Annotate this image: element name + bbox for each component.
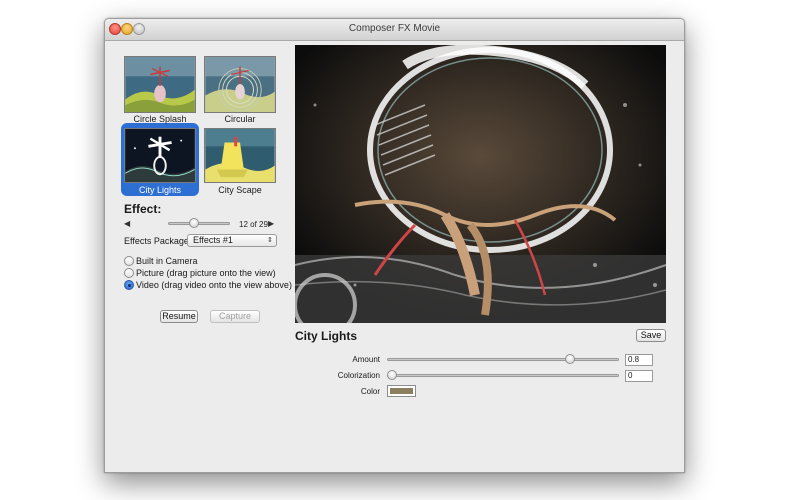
capture-button[interactable]: Capture (210, 310, 260, 323)
effect-counter: 12 of 29 (239, 220, 268, 229)
title-bar[interactable]: Composer FX Movie (105, 19, 684, 41)
effects-package-label: Effects Package (124, 236, 189, 246)
radio-built-in-camera[interactable] (124, 256, 134, 266)
colorization-slider-track[interactable] (387, 374, 619, 377)
window-title: Composer FX Movie (348, 23, 441, 34)
amount-slider-track[interactable] (387, 358, 619, 361)
effects-package-value: Effects #1 (193, 235, 233, 245)
circular-preview-image (205, 57, 275, 112)
resume-button[interactable]: Resume (160, 310, 198, 323)
thumbnail-circle-splash[interactable] (124, 56, 196, 113)
thumbnail-label-circular: Circular (224, 114, 256, 124)
thumbnail-circular[interactable] (204, 56, 276, 113)
radio-picture[interactable] (124, 268, 134, 278)
color-well[interactable] (387, 385, 416, 397)
current-effect-name: City Lights (295, 329, 357, 343)
radio-label-built-in-camera: Built in Camera (136, 256, 198, 266)
effect-slider-track[interactable] (168, 222, 230, 225)
next-effect-arrow-icon[interactable]: ▶ (268, 219, 274, 228)
video-view[interactable] (295, 45, 666, 323)
thumbnail-label-city-lights: City Lights (138, 185, 182, 195)
popup-caret-icon: ⇕ (267, 237, 273, 244)
color-label: Color (360, 387, 380, 396)
thumbnail-label-circle-splash: Circle Splash (133, 114, 187, 124)
radio-label-video: Video (drag video onto the view above) (136, 280, 292, 290)
video-frame-image (295, 45, 666, 323)
amount-field[interactable]: 0.8 (625, 354, 653, 366)
city-scape-preview-image (205, 129, 275, 182)
effects-package-popup[interactable]: Effects #1 ⇕ (187, 234, 277, 247)
thumbnail-city-lights[interactable] (124, 128, 196, 183)
circle-splash-preview-image (125, 57, 195, 112)
effect-heading: Effect: (124, 202, 162, 216)
color-swatch (390, 388, 413, 394)
colorization-label: Colorization (337, 371, 380, 380)
app-window: Composer FX Movie Circle Splash Circular… (104, 18, 685, 473)
city-lights-preview-image (125, 129, 195, 182)
previous-effect-arrow-icon[interactable]: ◀ (124, 219, 130, 228)
colorization-slider-knob[interactable] (387, 370, 397, 380)
radio-video[interactable] (124, 280, 134, 290)
effect-slider-knob[interactable] (188, 218, 199, 228)
thumbnail-label-city-scape: City Scape (218, 185, 262, 195)
amount-label: Amount (352, 355, 380, 364)
amount-slider-knob[interactable] (564, 354, 575, 364)
radio-label-picture: Picture (drag picture onto the view) (136, 268, 276, 278)
thumbnail-city-scape[interactable] (204, 128, 276, 183)
colorization-field[interactable]: 0 (625, 370, 653, 382)
save-button[interactable]: Save (636, 329, 666, 342)
